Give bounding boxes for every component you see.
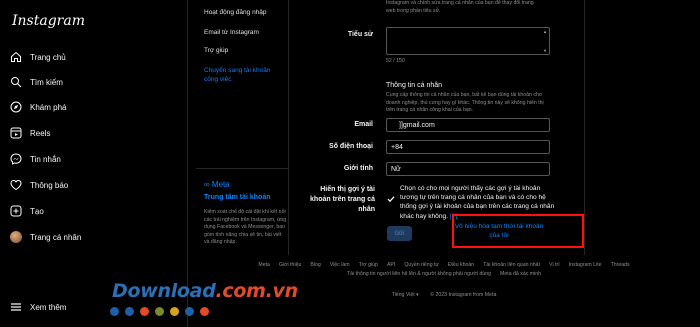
website-note-line: web trong phần tiểu sử. [386,7,441,14]
footer-link[interactable]: Giới thiệu [279,262,301,268]
scroll-down-icon[interactable]: ▼ [543,48,547,53]
nav-label: Thông báo [30,180,69,190]
watermark-dot [140,307,149,316]
gender-label: Giới tính [343,165,373,172]
email-field[interactable]: ]]gmail.com [386,118,550,132]
search-icon [10,76,22,88]
nav-label: Tìm kiếm [30,77,63,87]
nav-notifications[interactable]: Thông báo [10,176,68,194]
copyright: © 2023 Instagram from Meta [430,292,497,298]
gender-value: Nữ [391,165,401,173]
footer-link[interactable]: Blog [310,262,320,268]
settings-item-login-activity[interactable]: Hoạt động đăng nhập [204,8,267,17]
nav-label: Tạo [30,206,44,216]
compass-icon [10,101,22,113]
website-note-line: Instagram và chính sửa trang cá nhân của… [386,0,534,6]
nav-label: Trang chủ [30,52,66,62]
nav-profile[interactable]: Trang cá nhân [10,228,81,246]
submit-button[interactable]: Gửi [387,226,412,241]
avatar [10,231,22,243]
nav-create[interactable]: Tạo [10,202,44,220]
plus-square-icon [10,205,22,217]
footer-link[interactable]: Tài khoản liên quan nhất [483,262,540,268]
home-icon [10,51,22,63]
watermark-text: Download [112,280,216,302]
bio-label: Tiểu sử [347,31,373,38]
bio-counter: 52 / 150 [386,58,405,64]
left-nav: Instagram Trang chủ Tìm kiếm Khám phá Re… [0,0,188,327]
reels-icon [10,127,22,139]
footer-link[interactable]: Threads [611,262,630,268]
watermark-dots [110,307,209,316]
menu-icon [10,301,22,313]
footer-link[interactable]: Meta đã xác minh [500,271,541,277]
email-label: Email [354,121,373,128]
phone-value: +84 [391,143,403,151]
watermark-dot [110,307,119,316]
watermark-dot [155,307,164,316]
download-watermark: Download.com.vn [112,280,298,302]
scroll-up-icon[interactable]: ▲ [543,29,547,34]
website-note: Instagram và chính sửa trang cá nhân của… [386,0,556,15]
phone-field[interactable]: +84 [386,140,550,154]
gender-field[interactable]: Nữ [386,162,550,176]
messenger-icon [10,153,22,165]
footer-link[interactable]: Meta [258,262,270,268]
footer-link[interactable]: API [387,262,395,268]
watermark-dot [125,307,134,316]
accounts-center-description: Kiểm soát chế độ cài đặt khi kết nối các… [204,209,287,246]
suggestions-label: Hiển thị gợi ý tài khoản trên trang cá n… [310,186,375,213]
personal-info-description: Cung cấp thông tin cá nhân của bạn, bất … [386,92,544,114]
watermark-dot [200,307,209,316]
nav-reels[interactable]: Reels [10,124,50,142]
personal-info-title: Thông tin cá nhân [386,82,443,89]
footer-link[interactable]: Instagram Lite [569,262,602,268]
highlight-box [452,214,584,248]
nav-label: Xem thêm [30,302,67,312]
nav-label: Khám phá [30,102,67,112]
settings-item-switch-professional[interactable]: Chuyển sang tài khoản công việc [204,66,284,84]
watermark-dot [185,307,194,316]
watermark-dot [170,307,179,316]
watermark-domain: .com.vn [215,280,299,302]
nav-more[interactable]: Xem thêm [10,298,66,316]
divider [196,168,288,169]
nav-label: Tin nhắn [30,154,61,164]
meta-logo: ∞ Meta [204,180,230,189]
bio-textarea[interactable]: ▲ ▼ [386,27,550,55]
heart-icon [10,179,22,191]
footer-link[interactable]: Việc làm [330,262,350,268]
footer-link[interactable]: Tải thông tin người liên hệ lên & người … [347,271,491,277]
nav-search[interactable]: Tìm kiếm [10,73,63,91]
nav-home[interactable]: Trang chủ [10,48,66,66]
settings-item-emails[interactable]: Email từ Instagram [204,28,259,37]
footer-link[interactable]: Vị trí [549,262,560,268]
footer-links: Meta Giới thiệu Blog Việc làm Trợ giúp A… [188,262,700,277]
nav-label: Reels [30,128,51,138]
instagram-logo[interactable]: Instagram [12,13,85,29]
nav-explore[interactable]: Khám phá [10,98,66,116]
nav-messages[interactable]: Tin nhắn [10,150,61,168]
nav-label: Trang cá nhân [30,232,82,242]
language-select[interactable]: Tiếng Việt ▾ [392,292,419,298]
accounts-center-link[interactable]: Trung tâm tài khoản [204,194,271,201]
settings-item-help[interactable]: Trợ giúp [204,46,228,55]
phone-label: Số điện thoại [329,143,373,150]
footer-link[interactable]: Quyền riêng tư [404,262,439,268]
settings-nav: Hoạt động đăng nhập Email từ Instagram T… [188,0,288,255]
footer-link[interactable]: Điều khoản [448,262,474,268]
suggestions-checkbox[interactable] [387,190,395,203]
footer-link[interactable]: Trợ giúp [359,262,378,268]
check-icon [387,196,395,203]
email-value: ]]gmail.com [399,121,435,129]
